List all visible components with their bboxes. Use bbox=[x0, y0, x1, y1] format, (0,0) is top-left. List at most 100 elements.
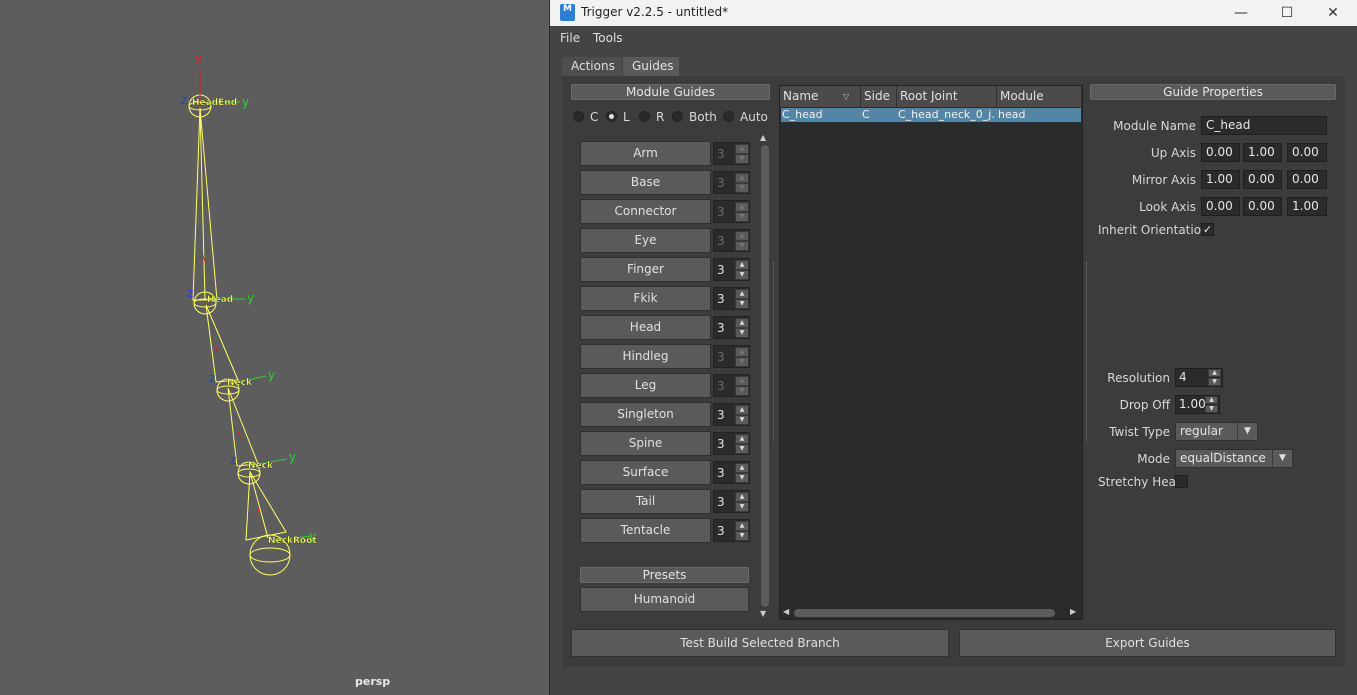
test-build-selected-branch-button[interactable]: Test Build Selected Branch bbox=[571, 629, 949, 657]
tab-guides[interactable]: Guides bbox=[623, 57, 679, 76]
up-axis-y-field[interactable]: 1.00 bbox=[1243, 143, 1282, 162]
spin-down-icon[interactable]: ▼ bbox=[735, 502, 749, 512]
spin-up-icon[interactable]: ▲ bbox=[735, 405, 749, 415]
drop-off-spinbox[interactable]: 1.00 ▲ ▼ bbox=[1175, 395, 1220, 414]
spin-up-icon[interactable]: ▲ bbox=[1208, 369, 1221, 377]
guide-button-tail[interactable]: Tail bbox=[580, 489, 711, 514]
twist-type-dropdown[interactable]: regular ▼ bbox=[1175, 422, 1258, 441]
mode-dropdown[interactable]: equalDistance ▼ bbox=[1175, 449, 1293, 468]
tab-actions[interactable]: Actions bbox=[562, 57, 622, 76]
menu-file[interactable]: File bbox=[560, 31, 580, 45]
column-header-root-joint[interactable]: Root Joint bbox=[897, 86, 997, 107]
spin-down-icon[interactable]: ▼ bbox=[735, 444, 749, 454]
spin-up-icon[interactable]: ▲ bbox=[735, 434, 749, 444]
spin-down-icon[interactable]: ▼ bbox=[735, 183, 749, 193]
splitter-handle[interactable] bbox=[773, 262, 775, 442]
guide-button-base[interactable]: Base bbox=[580, 170, 711, 195]
spin-down-icon[interactable]: ▼ bbox=[735, 415, 749, 425]
guide-count-spinbox[interactable]: 3 ▲ ▼ bbox=[713, 171, 750, 194]
guide-button-hindleg[interactable]: Hindleg bbox=[580, 344, 711, 369]
guide-count-spinbox[interactable]: 3 ▲ ▼ bbox=[713, 345, 750, 368]
spin-up-icon[interactable]: ▲ bbox=[1205, 396, 1218, 404]
guide-button-fkik[interactable]: Fkik bbox=[580, 286, 711, 311]
guide-count-spinbox[interactable]: 3 ▲ ▼ bbox=[713, 490, 750, 513]
close-button[interactable]: ✕ bbox=[1318, 3, 1348, 23]
guide-count-spinbox[interactable]: 3 ▲ ▼ bbox=[713, 258, 750, 281]
guide-count-spinbox[interactable]: 3 ▲ ▼ bbox=[713, 229, 750, 252]
scroll-down-arrow-icon[interactable]: ▼ bbox=[760, 609, 766, 618]
spin-down-icon[interactable]: ▼ bbox=[1208, 378, 1221, 386]
look-axis-y-field[interactable]: 0.00 bbox=[1243, 197, 1282, 216]
scroll-left-arrow-icon[interactable]: ◀ bbox=[783, 607, 789, 616]
spin-up-icon[interactable]: ▲ bbox=[735, 492, 749, 502]
guide-button-arm[interactable]: Arm bbox=[580, 141, 711, 166]
guide-count-spinbox[interactable]: 3 ▲ ▼ bbox=[713, 519, 750, 542]
resolution-spinbox[interactable]: 4 ▲ ▼ bbox=[1175, 368, 1223, 387]
spin-down-icon[interactable]: ▼ bbox=[735, 473, 749, 483]
spin-up-icon[interactable]: ▲ bbox=[735, 521, 749, 531]
look-axis-z-field[interactable]: 1.00 bbox=[1287, 197, 1327, 216]
spin-up-icon[interactable]: ▲ bbox=[735, 347, 749, 357]
guide-count-spinbox[interactable]: 3 ▲ ▼ bbox=[713, 200, 750, 223]
guide-button-spine[interactable]: Spine bbox=[580, 431, 711, 456]
guide-count-spinbox[interactable]: 3 ▲ ▼ bbox=[713, 374, 750, 397]
guide-button-head[interactable]: Head bbox=[580, 315, 711, 340]
spin-down-icon[interactable]: ▼ bbox=[735, 386, 749, 396]
guide-count-spinbox[interactable]: 3 ▲ ▼ bbox=[713, 287, 750, 310]
splitter-handle[interactable] bbox=[1086, 262, 1088, 442]
spin-up-icon[interactable]: ▲ bbox=[735, 231, 749, 241]
spin-down-icon[interactable]: ▼ bbox=[735, 241, 749, 251]
spin-down-icon[interactable]: ▼ bbox=[735, 531, 749, 541]
scroll-up-arrow-icon[interactable]: ▲ bbox=[760, 133, 766, 142]
guide-count-spinbox[interactable]: 3 ▲ ▼ bbox=[713, 432, 750, 455]
spin-up-icon[interactable]: ▲ bbox=[735, 289, 749, 299]
guide-count-spinbox[interactable]: 3 ▲ ▼ bbox=[713, 403, 750, 426]
scroll-thumb[interactable] bbox=[761, 145, 769, 607]
radio-side-l[interactable] bbox=[606, 111, 617, 122]
mirror-axis-z-field[interactable]: 0.00 bbox=[1287, 170, 1327, 189]
look-axis-x-field[interactable]: 0.00 bbox=[1201, 197, 1240, 216]
column-header-name[interactable]: Name ▽ bbox=[780, 86, 861, 107]
spin-down-icon[interactable]: ▼ bbox=[735, 270, 749, 280]
spin-up-icon[interactable]: ▲ bbox=[735, 318, 749, 328]
export-guides-button[interactable]: Export Guides bbox=[959, 629, 1336, 657]
spin-up-icon[interactable]: ▲ bbox=[735, 202, 749, 212]
minimize-button[interactable]: — bbox=[1226, 3, 1256, 23]
tree-horizontal-scrollbar[interactable]: ◀ ▶ bbox=[780, 606, 1082, 619]
spin-down-icon[interactable]: ▼ bbox=[735, 299, 749, 309]
guide-count-spinbox[interactable]: 3 ▲ ▼ bbox=[713, 316, 750, 339]
guide-button-eye[interactable]: Eye bbox=[580, 228, 711, 253]
inherit-orientation-checkbox[interactable]: ✓ bbox=[1201, 223, 1214, 236]
column-header-module[interactable]: Module bbox=[997, 86, 1082, 107]
maximize-button[interactable]: ☐ bbox=[1272, 3, 1302, 23]
guide-tree[interactable]: Name ▽ Side Root Joint Module C_head C C_… bbox=[779, 85, 1083, 620]
module-name-field[interactable]: C_head bbox=[1201, 116, 1327, 135]
radio-side-auto[interactable] bbox=[723, 111, 734, 122]
spin-down-icon[interactable]: ▼ bbox=[735, 212, 749, 222]
spin-up-icon[interactable]: ▲ bbox=[735, 173, 749, 183]
spin-down-icon[interactable]: ▼ bbox=[735, 357, 749, 367]
radio-side-c[interactable] bbox=[573, 111, 584, 122]
guide-list-scrollbar[interactable]: ▲ ▼ bbox=[759, 133, 771, 620]
mirror-axis-x-field[interactable]: 1.00 bbox=[1201, 170, 1240, 189]
spin-up-icon[interactable]: ▲ bbox=[735, 260, 749, 270]
guide-button-singleton[interactable]: Singleton bbox=[580, 402, 711, 427]
guide-button-leg[interactable]: Leg bbox=[580, 373, 711, 398]
preset-humanoid-button[interactable]: Humanoid bbox=[580, 587, 749, 612]
spin-down-icon[interactable]: ▼ bbox=[735, 154, 749, 164]
spin-down-icon[interactable]: ▼ bbox=[1205, 405, 1218, 413]
up-axis-z-field[interactable]: 0.00 bbox=[1287, 143, 1327, 162]
maya-viewport[interactable]: x y y y y y z z z z HeadEnd Head Neck Ne… bbox=[0, 0, 549, 695]
scroll-thumb[interactable] bbox=[794, 609, 1055, 617]
stretchy-head-checkbox[interactable] bbox=[1175, 475, 1188, 488]
menu-tools[interactable]: Tools bbox=[593, 31, 623, 45]
guide-count-spinbox[interactable]: 3 ▲ ▼ bbox=[713, 142, 750, 165]
guide-button-surface[interactable]: Surface bbox=[580, 460, 711, 485]
radio-side-both[interactable] bbox=[672, 111, 683, 122]
column-header-side[interactable]: Side bbox=[861, 86, 897, 107]
scroll-right-arrow-icon[interactable]: ▶ bbox=[1070, 607, 1076, 616]
guide-button-finger[interactable]: Finger bbox=[580, 257, 711, 282]
guide-count-spinbox[interactable]: 3 ▲ ▼ bbox=[713, 461, 750, 484]
spin-up-icon[interactable]: ▲ bbox=[735, 144, 749, 154]
spin-up-icon[interactable]: ▲ bbox=[735, 376, 749, 386]
